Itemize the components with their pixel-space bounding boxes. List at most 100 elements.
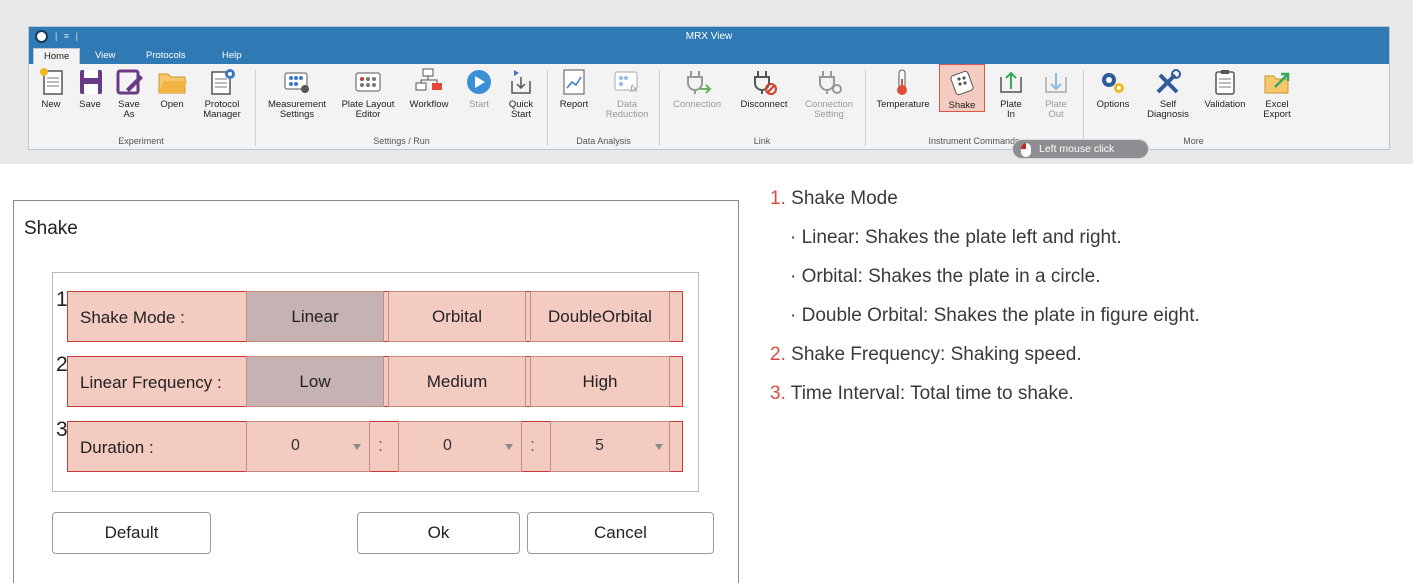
save-as-button[interactable]: Save As	[111, 67, 147, 120]
callout-text: Left mouse click	[1039, 143, 1115, 155]
frequency-row: 2 Linear Frequency : Low Medium High	[56, 353, 683, 407]
duration-hours-dropdown[interactable]: 0	[246, 421, 370, 472]
duration-minutes-value: 0	[443, 437, 452, 454]
new-button[interactable]: New	[35, 67, 67, 110]
measurement-settings-icon	[284, 72, 309, 93]
plate-in-label: Plate In	[1000, 99, 1022, 120]
plate-out-button[interactable]: Plate Out	[1036, 67, 1076, 120]
chevron-down-icon	[505, 444, 513, 450]
tab-help[interactable]: Help	[212, 48, 252, 64]
tab-home[interactable]: Home	[33, 48, 81, 64]
shake-mode-orbital-option[interactable]: Orbital	[388, 291, 526, 342]
time-separator: :	[378, 435, 384, 455]
report-label: Report	[559, 99, 589, 110]
ribbon-toolbar: New Save Save As Open Protocol Manager E…	[29, 64, 1389, 150]
note-item-1: 1. Shake Mode	[770, 188, 898, 210]
quick-start-button[interactable]: Quick Start	[501, 67, 541, 120]
frequency-medium-option[interactable]: Medium	[388, 356, 526, 407]
protocol-manager-button[interactable]: Protocol Manager	[197, 67, 247, 120]
frequency-high-option[interactable]: High	[530, 356, 670, 407]
open-button[interactable]: Open	[154, 67, 190, 110]
duration-label: Duration :	[80, 438, 154, 457]
dialog-title: Shake	[24, 218, 78, 239]
connection-setting-icon	[819, 71, 842, 94]
data-reduction-icon: fx	[614, 71, 639, 95]
gears-icon	[1102, 73, 1124, 93]
mouse-click-callout: Left mouse click	[1012, 139, 1149, 159]
validation-button[interactable]: Validation	[1199, 67, 1251, 110]
excel-export-icon	[1264, 72, 1290, 94]
note-bullet: · Orbital: Shakes the plate in a circle.	[790, 266, 1101, 287]
start-label: Start	[468, 99, 490, 110]
frequency-low-option[interactable]: Low	[246, 356, 384, 407]
save-disk-icon	[80, 70, 102, 94]
shake-button[interactable]: Shake	[939, 64, 985, 112]
quick-start-label: Quick Start	[508, 99, 534, 120]
report-chart-icon	[563, 69, 585, 95]
note-item-2: 2. Shake Frequency: Shaking speed.	[770, 344, 1082, 366]
shake-mode-linear-option[interactable]: Linear	[246, 291, 384, 342]
group-label-settings-run: Settings / Run	[373, 136, 430, 146]
measurement-settings-button[interactable]: Measurement Settings	[262, 67, 332, 120]
quick-start-icon	[511, 70, 531, 94]
report-button[interactable]: Report	[554, 67, 594, 110]
save-as-icon	[116, 69, 143, 95]
thermometer-icon	[897, 69, 907, 95]
self-diagnosis-button[interactable]: Self Diagnosis	[1143, 67, 1193, 120]
clipboard-icon	[1215, 70, 1235, 95]
shake-mode-doubleorbital-option[interactable]: DoubleOrbital	[530, 291, 670, 342]
mrx-view-window: | ≡ | MRX View Home View Protocols Help …	[28, 26, 1390, 150]
plate-in-icon	[1000, 71, 1022, 93]
connection-setting-button[interactable]: Connection Setting	[800, 67, 858, 120]
self-diagnosis-label: Self Diagnosis	[1147, 99, 1189, 120]
validation-label: Validation	[1204, 99, 1246, 110]
save-button[interactable]: Save	[73, 67, 107, 110]
workflow-icon	[415, 68, 442, 91]
svg-text:fx: fx	[630, 84, 639, 95]
ribbon-tab-bar: Home View Protocols Help	[29, 47, 1389, 64]
row-number: 2	[56, 353, 68, 376]
shake-mode-row: 1 Shake Mode : Linear Orbital DoubleOrbi…	[56, 288, 683, 342]
start-button[interactable]: Start	[461, 67, 497, 110]
window-title: MRX View	[685, 31, 733, 42]
note-number: 2.	[770, 344, 786, 365]
connection-button[interactable]: Connection	[666, 67, 728, 110]
connection-setting-label: Connection Setting	[804, 99, 854, 120]
tab-view[interactable]: View	[85, 48, 125, 64]
folder-open-icon	[158, 73, 187, 94]
cancel-button[interactable]: Cancel	[527, 512, 714, 554]
shake-mode-label: Shake Mode :	[80, 308, 185, 327]
time-separator: :	[530, 435, 536, 455]
group-separator	[659, 70, 660, 146]
chevron-down-icon	[655, 444, 663, 450]
duration-seconds-value: 5	[595, 437, 604, 454]
save-as-label: Save As	[118, 99, 140, 120]
duration-hours-value: 0	[291, 437, 300, 454]
ok-button[interactable]: Ok	[357, 512, 520, 554]
default-button[interactable]: Default	[52, 512, 211, 554]
group-label-data-analysis: Data Analysis	[576, 136, 631, 146]
plate-layout-editor-button[interactable]: Plate Layout Editor	[338, 67, 398, 120]
options-label: Options	[1096, 99, 1130, 110]
duration-seconds-dropdown[interactable]: 5	[550, 421, 670, 472]
group-separator	[1083, 70, 1084, 146]
plate-in-button[interactable]: Plate In	[991, 67, 1031, 120]
excel-export-button[interactable]: Excel Export	[1257, 67, 1297, 120]
group-label-link: Link	[753, 136, 771, 146]
temperature-button[interactable]: Temperature	[872, 67, 934, 110]
duration-minutes-dropdown[interactable]: 0	[398, 421, 522, 472]
note-text: Shake Frequency: Shaking speed.	[791, 344, 1082, 365]
note-number: 1.	[770, 188, 786, 209]
options-button[interactable]: Options	[1090, 67, 1136, 110]
disconnect-button[interactable]: Disconnect	[734, 67, 794, 110]
play-icon	[467, 70, 491, 94]
row-number: 1	[56, 288, 68, 311]
new-label: New	[41, 99, 61, 110]
connection-label: Connection	[672, 99, 722, 110]
frequency-label: Linear Frequency :	[80, 373, 222, 392]
group-separator	[255, 70, 256, 146]
plate-layout-icon	[355, 72, 381, 92]
data-reduction-button[interactable]: fx Data Reduction	[601, 67, 653, 120]
workflow-button[interactable]: Workflow	[404, 67, 454, 110]
tab-protocols[interactable]: Protocols	[136, 48, 196, 64]
